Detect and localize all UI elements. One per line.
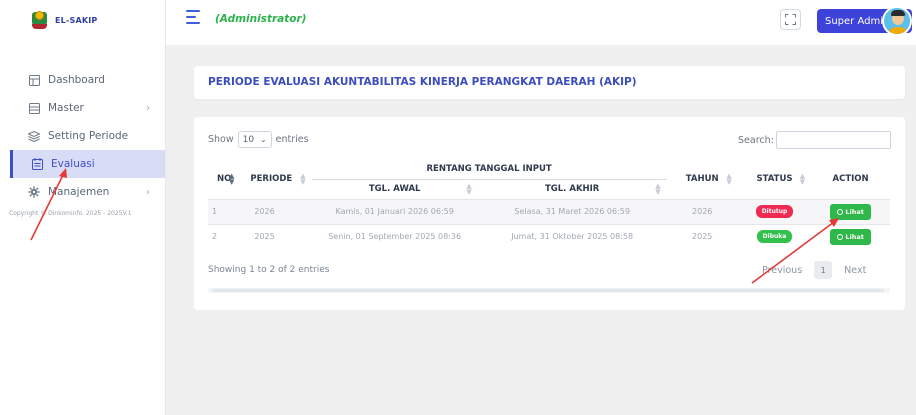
setting-periode-icon (28, 130, 40, 142)
col-tgl-akhir[interactable]: TGL. AKHIR ▲ ▼ (478, 179, 667, 199)
sidebar-item-setting-periode[interactable]: Setting Periode (0, 122, 166, 150)
sidebar-item-dashboard[interactable]: Dashboard (0, 66, 166, 94)
entries-length-control: Show 10 ⌄ entries (208, 131, 309, 148)
pagination-page[interactable]: 1 (814, 261, 833, 279)
menu-toggle-icon[interactable] (186, 10, 200, 26)
evaluasi-icon (31, 158, 43, 170)
page-title-card: PERIODE EVALUASI AKUNTABILITAS KINERJA P… (194, 66, 905, 99)
sidebar: EL-SAKIP Dashboard Master › Setting Peri… (0, 0, 166, 415)
col-tahun[interactable]: TAHUN ▲ ▼ (667, 159, 738, 199)
table-row: 2 2025 Senin, 01 September 2025 08:36 Ju… (208, 223, 890, 249)
eye-icon (837, 208, 844, 215)
master-icon (28, 102, 40, 114)
brand[interactable]: EL-SAKIP (0, 0, 165, 40)
cell-no: 1 (208, 198, 241, 224)
cell-action: Lihat (811, 223, 890, 249)
eye-icon (837, 233, 844, 240)
sort-icon: ▲ ▼ (466, 182, 472, 196)
chevron-right-icon: › (146, 186, 150, 198)
sort-icon: ▲ ▼ (799, 171, 806, 186)
entries-label: entries (275, 134, 309, 145)
search-input[interactable] (775, 131, 891, 149)
col-tgl-awal[interactable]: TGL. AWAL ▲ ▼ (312, 179, 478, 199)
sort-icon: ▲ ▼ (228, 171, 235, 186)
sidebar-item-evaluasi[interactable]: Evaluasi (10, 150, 165, 178)
status-badge: Ditutup (755, 205, 794, 218)
col-no[interactable]: NO ▲ ▼ (208, 159, 240, 199)
periode-table: NO ▲ ▼ PERIODE ▲ ▼ RENTANG TANGGAL INPUT TAH… (208, 159, 890, 249)
pagination-next[interactable]: Next (844, 265, 866, 276)
table-row: 1 2026 Kamis, 01 Januari 2026 06:59 Sela… (208, 198, 890, 224)
lihat-button[interactable]: Lihat (830, 228, 871, 245)
search-label: Search: (738, 134, 774, 146)
horizontal-scrollbar[interactable] (208, 288, 890, 293)
periode-table-card: Show 10 ⌄ entries Search: NO ▲ ▼ PERIODE ▲ ▼… (194, 117, 905, 310)
cell-periode: 2026 (240, 198, 312, 224)
pagination: Previous 1 Next (762, 261, 866, 279)
topbar: (Administrator) Super Admin (166, 0, 916, 45)
entries-select[interactable]: 10 ⌄ (237, 131, 272, 148)
search-control: Search: (738, 131, 891, 149)
sidebar-item-label: Setting Periode (48, 130, 129, 142)
cell-status: Ditutup (737, 198, 812, 224)
sort-icon: ▲ ▼ (300, 171, 306, 186)
cell-tgl-awal: Senin, 01 September 2025 08:36 (311, 223, 478, 249)
chevron-down-icon: ⌄ (259, 135, 267, 144)
cell-action: Lihat (811, 198, 890, 224)
status-badge: Dibuka (756, 230, 793, 244)
sort-icon: ▲ ▼ (726, 171, 732, 186)
sidebar-item-label: Dashboard (48, 74, 105, 86)
user-role: (Administrator) (215, 13, 307, 25)
sidebar-item-manajemen[interactable]: Manajemen › (0, 178, 166, 206)
cell-no: 2 (208, 223, 241, 249)
sort-icon: ▲ ▼ (655, 182, 661, 196)
sidebar-item-label: Manajemen (48, 186, 110, 198)
cell-tahun: 2025 (666, 223, 738, 249)
entries-value: 10 (242, 134, 255, 145)
pagination-previous[interactable]: Previous (762, 265, 802, 276)
cell-tgl-akhir: Selasa, 31 Maret 2026 06:59 (477, 198, 667, 224)
lihat-button[interactable]: Lihat (830, 203, 871, 220)
cell-tgl-akhir: Jumat, 31 Oktober 2025 08:58 (477, 223, 667, 249)
sidebar-item-master[interactable]: Master › (0, 94, 166, 122)
col-action: ACTION (832, 173, 869, 184)
table-info: Showing 1 to 2 of 2 entries (208, 265, 330, 275)
logo-icon (32, 11, 47, 29)
avatar[interactable] (882, 6, 912, 36)
sidebar-item-label: Evaluasi (51, 158, 95, 170)
show-label: Show (208, 134, 234, 145)
cell-status: Dibuka (737, 223, 812, 249)
sidebar-menu: Dashboard Master › Setting Periode Evalu… (0, 66, 166, 206)
fullscreen-icon[interactable] (780, 9, 801, 30)
cell-tgl-awal: Kamis, 01 Januari 2026 06:59 (311, 198, 478, 224)
page-title: PERIODE EVALUASI AKUNTABILITAS KINERJA P… (208, 76, 637, 88)
col-rentang-tanggal-input: RENTANG TANGGAL INPUT (426, 163, 552, 174)
copyright: Copyright © Dinkominfo. 2025 - 2025V.1 (9, 210, 132, 217)
col-periode[interactable]: PERIODE ▲ ▼ (240, 159, 311, 199)
sidebar-item-label: Master (48, 102, 84, 114)
brand-name: EL-SAKIP (55, 15, 98, 25)
dashboard-icon (28, 74, 40, 86)
chevron-right-icon: › (146, 102, 150, 114)
cell-tahun: 2026 (666, 198, 738, 224)
cell-periode: 2025 (240, 223, 312, 249)
user-name: Super Admin (825, 15, 890, 27)
col-status[interactable]: STATUS ▲ ▼ (738, 159, 811, 199)
gear-icon (28, 186, 40, 198)
